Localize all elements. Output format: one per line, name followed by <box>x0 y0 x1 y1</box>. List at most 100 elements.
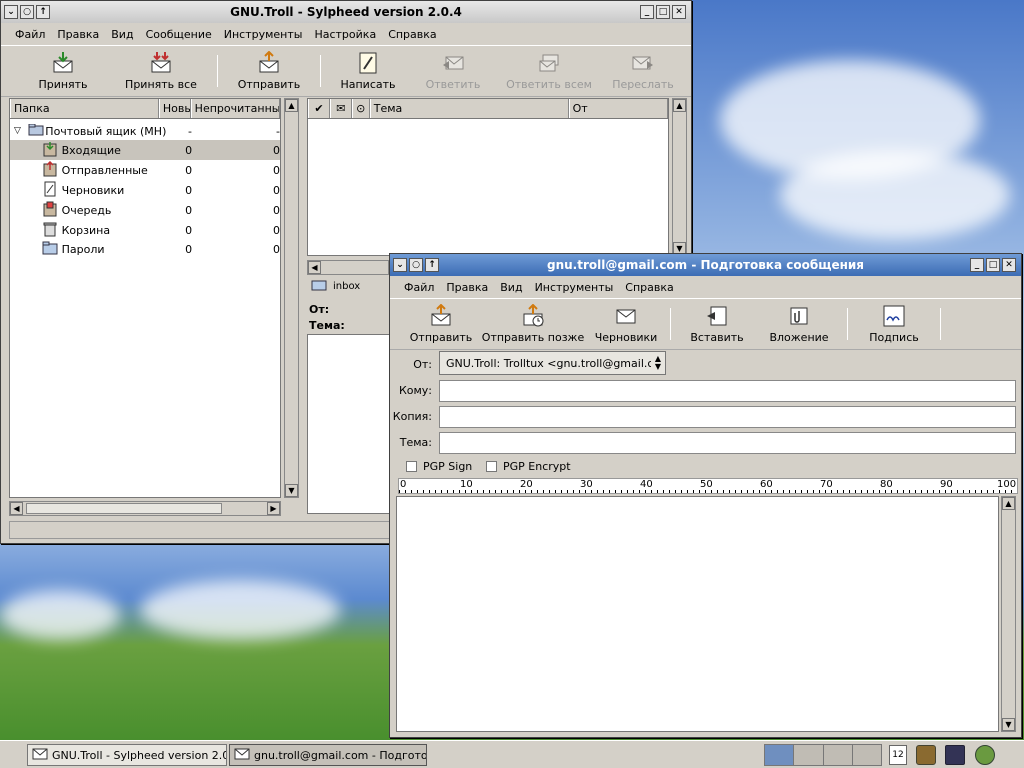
col-mark[interactable]: ✔ <box>308 99 330 118</box>
shade-button[interactable]: ↑ <box>425 258 439 272</box>
scroll-down-arrow[interactable]: ▼ <box>1002 718 1015 731</box>
menu-file[interactable]: Файл <box>404 281 434 294</box>
folder-row-passwords[interactable]: Пароли 0 0 <box>10 239 280 259</box>
to-field[interactable] <box>439 380 1016 402</box>
folder-row-inbox[interactable]: Входящие 0 0 <box>10 140 280 160</box>
col-new[interactable]: Новь <box>158 99 191 118</box>
send-later-button[interactable]: Отправить позже <box>478 300 588 348</box>
folder-row-trash[interactable]: Корзина 0 0 <box>10 220 280 240</box>
col-subject[interactable]: Тема <box>369 99 569 118</box>
workspace-1[interactable] <box>765 745 795 765</box>
close-button[interactable]: ✕ <box>1002 258 1016 272</box>
folder-vscrollbar[interactable]: ▲ ▼ <box>284 98 299 498</box>
workspace-4[interactable] <box>852 745 881 765</box>
workspace-2[interactable] <box>794 745 824 765</box>
status-bar <box>9 521 391 539</box>
expander-icon[interactable]: ▽ <box>14 126 28 136</box>
attach-button[interactable]: Вложение <box>757 300 841 348</box>
folder-icon <box>311 279 327 294</box>
close-button[interactable]: ✕ <box>672 5 686 19</box>
ruler-tick: 10 <box>460 479 473 490</box>
message-body-editor[interactable] <box>396 496 999 732</box>
window-menu-button[interactable]: ⌄ <box>4 5 18 19</box>
reply-button[interactable]: Ответить <box>409 47 497 95</box>
compose-titlebar[interactable]: ⌄ ○ ↑ gnu.troll@gmail.com - Подготовка с… <box>390 254 1021 276</box>
receive-all-button[interactable]: Принять все <box>111 47 211 95</box>
folder-name: Отправленные <box>61 163 148 177</box>
message-view[interactable] <box>307 334 391 514</box>
window-menu-button[interactable]: ⌄ <box>393 258 407 272</box>
pgp-sign-checkbox[interactable] <box>406 461 417 472</box>
scroll-up-arrow[interactable]: ▲ <box>285 99 298 112</box>
stick-button[interactable]: ○ <box>409 258 423 272</box>
menu-edit[interactable]: Правка <box>446 281 488 294</box>
folder-row-queue[interactable]: Очередь 0 0 <box>10 200 280 220</box>
minimize-button[interactable]: _ <box>640 5 654 19</box>
task-compose-window[interactable]: gnu.troll@gmail.com - Подготовка... <box>229 744 427 766</box>
folder-hscrollbar[interactable]: ◀ ▶ <box>9 501 281 516</box>
shade-button[interactable]: ↑ <box>36 5 50 19</box>
folder-row-drafts[interactable]: Черновики 0 0 <box>10 180 280 200</box>
draft-button[interactable]: Черновики <box>588 300 664 348</box>
menu-tools[interactable]: Инструменты <box>535 281 614 294</box>
signature-label: Подпись <box>869 331 919 344</box>
menu-help[interactable]: Справка <box>625 281 673 294</box>
receive-button[interactable]: Принять <box>15 47 111 95</box>
col-attachment[interactable]: ⊙ <box>351 99 370 118</box>
scroll-left-arrow[interactable]: ◀ <box>10 502 23 515</box>
menu-settings[interactable]: Настройка <box>314 28 376 41</box>
workspace-3[interactable] <box>823 745 853 765</box>
folder-row-mailbox[interactable]: ▽ Почтовый ящик (MH) - - <box>10 121 280 141</box>
pgp-encrypt-checkbox[interactable] <box>486 461 497 472</box>
menu-view[interactable]: Вид <box>111 28 133 41</box>
scroll-up-arrow[interactable]: ▲ <box>1002 497 1015 510</box>
menu-edit[interactable]: Правка <box>57 28 99 41</box>
calendar-icon[interactable]: 12 <box>889 745 907 765</box>
compose-button[interactable]: Написать <box>327 47 409 95</box>
menu-file[interactable]: Файл <box>15 28 45 41</box>
col-folder[interactable]: Папка <box>10 99 159 118</box>
receive-all-icon <box>149 51 173 75</box>
minimize-button[interactable]: _ <box>970 258 984 272</box>
forward-button[interactable]: Переслать <box>601 47 685 95</box>
scroll-up-arrow[interactable]: ▲ <box>673 99 686 112</box>
send-button[interactable]: Отправить <box>224 47 314 95</box>
col-unread[interactable]: Непрочитанных <box>190 99 281 118</box>
subject-field[interactable] <box>439 432 1016 454</box>
reply-all-button[interactable]: Ответить всем <box>497 47 601 95</box>
pgp-encrypt-option[interactable]: PGP Encrypt <box>486 460 571 473</box>
package-icon[interactable] <box>916 745 936 765</box>
maximize-button[interactable]: □ <box>656 5 670 19</box>
send-icon <box>429 304 453 328</box>
col-from[interactable]: От <box>568 99 668 118</box>
main-titlebar[interactable]: ⌄ ○ ↑ GNU.Troll - Sylpheed version 2.0.4… <box>1 1 691 23</box>
from-select[interactable]: GNU.Troll: Trolltux <gnu.troll@gmail.com… <box>439 351 666 375</box>
scroll-left-arrow[interactable]: ◀ <box>308 261 321 274</box>
scroll-thumb[interactable] <box>26 503 222 514</box>
signature-button[interactable]: Подпись <box>854 300 934 348</box>
menu-view[interactable]: Вид <box>500 281 522 294</box>
pgp-sign-option[interactable]: PGP Sign <box>406 460 472 473</box>
maximize-button[interactable]: □ <box>986 258 1000 272</box>
cc-field[interactable] <box>439 406 1016 428</box>
workspace-pager[interactable] <box>764 744 882 766</box>
col-unread-flag[interactable]: ✉ <box>329 99 352 118</box>
menu-message[interactable]: Сообщение <box>146 28 212 41</box>
insert-label: Вставить <box>690 331 744 344</box>
scroll-right-arrow[interactable]: ▶ <box>267 502 280 515</box>
insert-button[interactable]: Вставить <box>677 300 757 348</box>
task-main-window[interactable]: GNU.Troll - Sylpheed version 2.0.4 <box>27 744 227 766</box>
message-vscrollbar[interactable]: ▲ ▼ <box>672 98 687 256</box>
main-window-title: GNU.Troll - Sylpheed version 2.0.4 <box>230 5 462 19</box>
body-vscrollbar[interactable]: ▲ ▼ <box>1001 496 1016 732</box>
stick-button[interactable]: ○ <box>20 5 34 19</box>
menu-help[interactable]: Справка <box>388 28 436 41</box>
menu-tools[interactable]: Инструменты <box>224 28 303 41</box>
compose-send-button[interactable]: Отправить <box>404 300 478 348</box>
message-hscrollbar[interactable]: ◀ <box>307 260 389 275</box>
media-player-icon[interactable] <box>945 745 965 765</box>
scroll-down-arrow[interactable]: ▼ <box>285 484 298 497</box>
folder-unread-count: 0 <box>273 203 280 217</box>
folder-row-sent[interactable]: Отправленные 0 0 <box>10 160 280 180</box>
user-icon[interactable] <box>975 745 995 765</box>
